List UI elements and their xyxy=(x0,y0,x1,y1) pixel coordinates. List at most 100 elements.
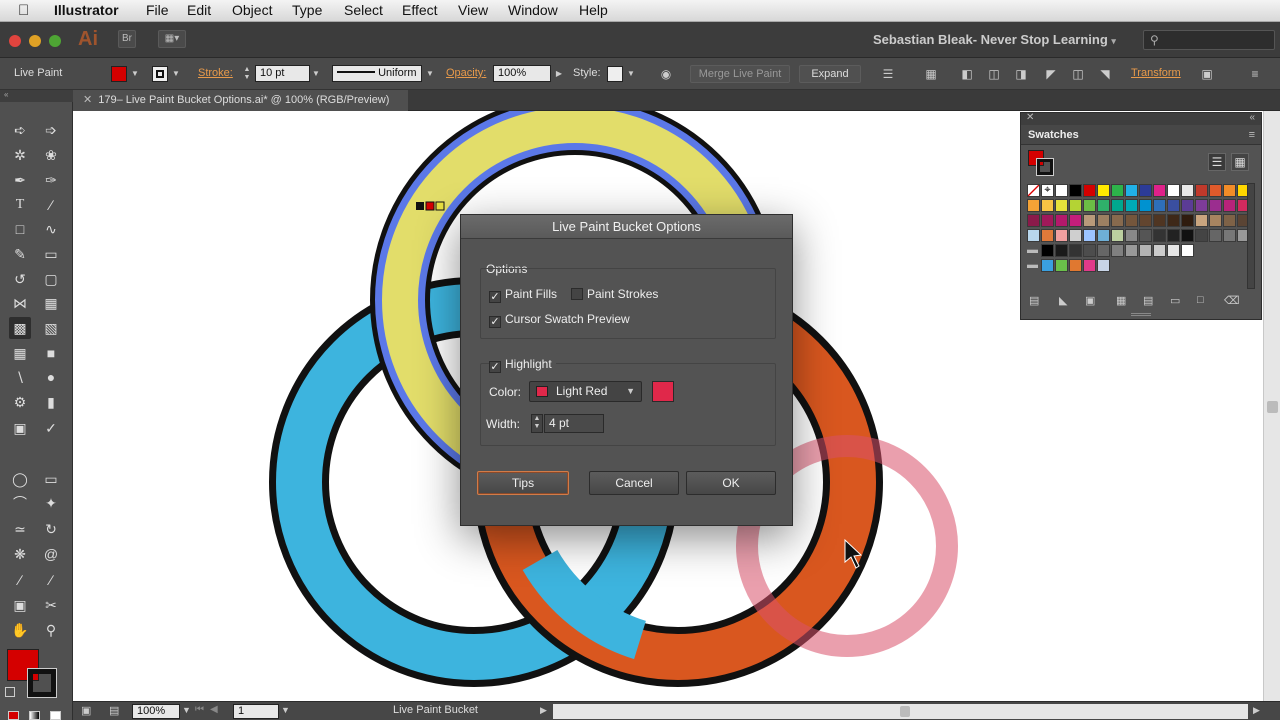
style-dropdown-icon[interactable]: ▼ xyxy=(625,66,637,82)
style-swatch[interactable] xyxy=(607,66,623,82)
width-tool-icon[interactable]: ⋈ xyxy=(9,292,31,314)
direct-selection-tool-icon[interactable]: ➩ xyxy=(40,119,62,141)
swatch[interactable] xyxy=(1223,184,1236,197)
swatch[interactable] xyxy=(1153,199,1166,212)
align-right-icon[interactable]: ◨ xyxy=(1012,65,1030,83)
crop-tool-icon[interactable]: ▣ xyxy=(9,594,31,616)
swatch[interactable] xyxy=(1111,184,1124,197)
eyedropper-tool-icon[interactable]: ∖ xyxy=(9,366,31,388)
stroke-profile-dropdown-icon[interactable]: ▼ xyxy=(424,66,436,82)
swatch[interactable] xyxy=(1153,214,1166,227)
pen-tool-icon[interactable]: ✒ xyxy=(9,169,31,191)
zoom-dropdown-icon[interactable]: ▼ xyxy=(182,705,191,715)
delete-swatch-icon[interactable]: ⌫ xyxy=(1224,294,1240,307)
artboard-navigator-icon[interactable]: ▣ xyxy=(81,704,91,717)
symbol-sprayer-tool-icon[interactable]: ⚙ xyxy=(9,391,31,413)
mesh-tool-icon[interactable]: ▦ xyxy=(9,342,31,364)
selection-tool-icon[interactable]: ➪ xyxy=(9,119,31,141)
swatch[interactable] xyxy=(1097,244,1110,257)
close-tab-icon[interactable]: ✕ xyxy=(83,94,92,106)
artboard-number-field[interactable]: 1 xyxy=(233,704,279,719)
perspective-grid-tool-icon[interactable]: ▧ xyxy=(40,317,62,339)
opacity-arrow-icon[interactable]: ▶ xyxy=(553,66,565,82)
zoom-window-button[interactable] xyxy=(49,35,61,47)
align-bottom-icon[interactable]: ◥ xyxy=(1096,65,1114,83)
document-tab[interactable]: ✕ 179– Live Paint Bucket Options.ai* @ 10… xyxy=(73,90,408,111)
menu-file[interactable]: File xyxy=(146,2,169,18)
swatch[interactable] xyxy=(1195,199,1208,212)
scissors-tool-icon[interactable]: ✂ xyxy=(40,594,62,616)
stroke-label[interactable]: Stroke: xyxy=(198,67,233,79)
document-setup-icon[interactable]: ☰ xyxy=(879,65,897,83)
new-swatch-icon[interactable]: □ xyxy=(1197,294,1204,306)
stroke-profile-field[interactable]: Uniform xyxy=(332,65,422,82)
swatch-options-icon[interactable]: ▣ xyxy=(1085,294,1095,307)
gradient-tool-icon[interactable]: ■ xyxy=(40,342,62,364)
swatch[interactable] xyxy=(1083,184,1096,197)
swatch[interactable] xyxy=(1069,259,1082,272)
swatch[interactable] xyxy=(1027,229,1040,242)
fill-dropdown-icon[interactable]: ▼ xyxy=(129,66,141,82)
spiral-tool-icon[interactable]: @ xyxy=(40,543,62,565)
horizontal-scroll-thumb[interactable] xyxy=(900,706,910,717)
ok-button[interactable]: OK xyxy=(686,471,776,495)
stroke-weight-dropdown-icon[interactable]: ▼ xyxy=(310,66,322,82)
show-swatch-kinds-icon[interactable]: ◣ xyxy=(1059,294,1067,307)
swatch[interactable] xyxy=(1055,244,1068,257)
swatch[interactable] xyxy=(1097,199,1110,212)
swatch[interactable] xyxy=(1181,184,1194,197)
type-tool-icon[interactable]: T xyxy=(9,194,31,216)
recolor-artwork-icon[interactable]: ◉ xyxy=(657,65,675,83)
stroke-stepper-icon[interactable]: ▲ ▼ xyxy=(241,66,253,82)
hand-tool-icon[interactable]: ✋ xyxy=(9,619,31,641)
swatch[interactable] xyxy=(1097,259,1110,272)
swatch[interactable] xyxy=(1097,184,1110,197)
scroll-right-icon[interactable]: ▶ xyxy=(1253,705,1260,716)
workspace-switcher[interactable]: Sebastian Bleak- Never Stop Learning ▾ xyxy=(873,32,1116,47)
swatch[interactable] xyxy=(1125,184,1138,197)
folder-icon[interactable]: ▭ xyxy=(1170,294,1180,307)
menu-view[interactable]: View xyxy=(458,2,488,18)
opacity-label[interactable]: Opacity: xyxy=(446,67,486,79)
color-mode-icon[interactable] xyxy=(8,711,19,720)
swatch[interactable] xyxy=(1083,214,1096,227)
artboard-tool-icon[interactable]: ▣ xyxy=(9,417,31,439)
highlight-checkbox[interactable]: ✓ Highlight xyxy=(489,357,556,373)
twirl-tool-icon[interactable]: ↻ xyxy=(40,518,62,540)
swatch[interactable] xyxy=(1209,199,1222,212)
registration-swatch[interactable]: ⌖ xyxy=(1041,184,1054,197)
swatch[interactable] xyxy=(1111,199,1124,212)
arc-tool-icon[interactable]: ⌒ xyxy=(9,492,31,514)
swatch[interactable] xyxy=(1181,214,1194,227)
swatch[interactable] xyxy=(1069,244,1082,257)
swatch[interactable] xyxy=(1139,244,1152,257)
menu-select[interactable]: Select xyxy=(344,2,383,18)
swatches-menu-icon[interactable]: ≡ xyxy=(1249,125,1255,145)
transform-link[interactable]: Transform xyxy=(1131,67,1181,79)
tips-button[interactable]: Tips xyxy=(477,471,569,495)
previous-artboard-icon[interactable]: ◀ xyxy=(210,704,218,715)
fill-swatch[interactable] xyxy=(111,66,127,82)
star-tool-icon[interactable]: ✦ xyxy=(40,492,62,514)
swatch[interactable] xyxy=(1083,244,1096,257)
stroke-color-box[interactable] xyxy=(27,668,57,698)
lasso-tool-icon[interactable]: ❀ xyxy=(40,144,62,166)
default-colors-icon[interactable] xyxy=(5,687,15,697)
anchor-point-red[interactable] xyxy=(425,201,435,211)
swatch[interactable] xyxy=(1209,184,1222,197)
swatch[interactable] xyxy=(1041,229,1054,242)
width-stepper-icon[interactable]: ▲ ▼ xyxy=(531,414,543,433)
highlight-color-picker-swatch[interactable] xyxy=(652,381,674,402)
swatch[interactable] xyxy=(1139,199,1152,212)
menu-object[interactable]: Object xyxy=(232,2,272,18)
knife-tool-icon[interactable]: ∕ xyxy=(40,569,62,591)
arrange-documents-button[interactable]: ▦▾ xyxy=(158,30,186,48)
vertical-scroll-thumb[interactable] xyxy=(1267,401,1278,413)
width-field[interactable]: 4 pt xyxy=(544,414,604,433)
vertical-scrollbar[interactable] xyxy=(1263,111,1280,701)
swatch[interactable] xyxy=(1041,259,1054,272)
swatch[interactable] xyxy=(1153,184,1166,197)
align-center-icon[interactable]: ◫ xyxy=(985,65,1003,83)
swatch[interactable] xyxy=(1083,199,1096,212)
swatch[interactable] xyxy=(1111,229,1124,242)
